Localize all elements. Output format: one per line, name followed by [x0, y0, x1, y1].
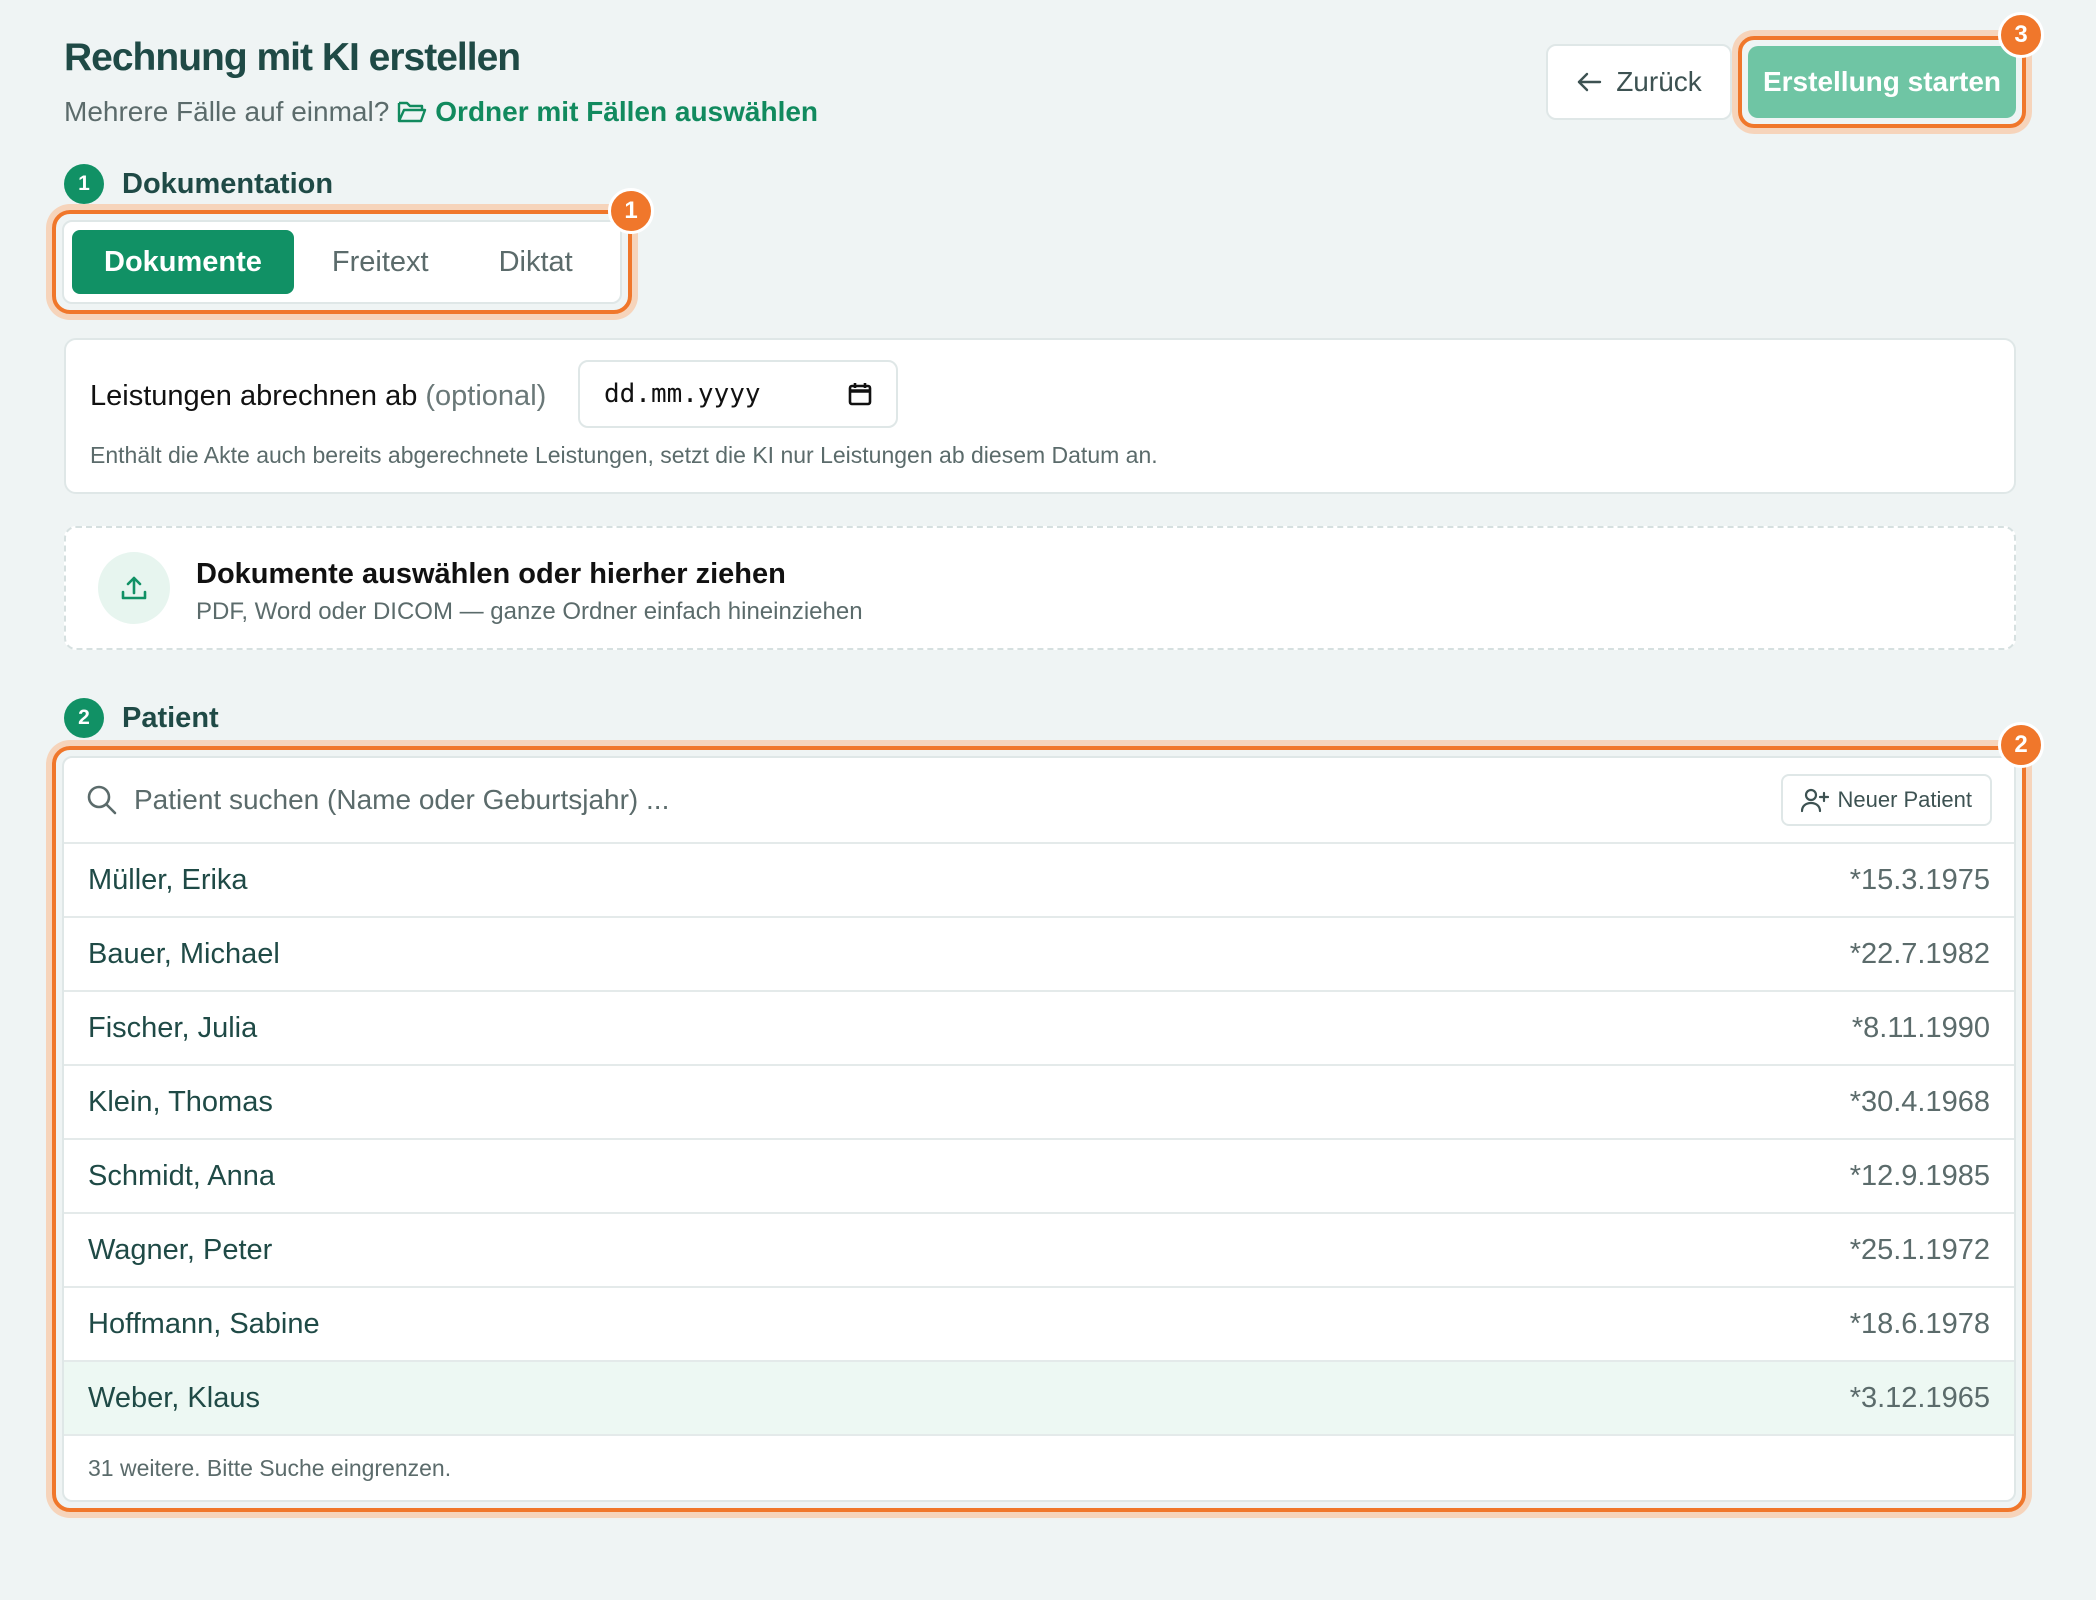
step-number: 1: [64, 164, 104, 204]
section-documentation-heading: 1 Dokumentation: [64, 164, 333, 204]
date-input-value: dd.mm.yyyy: [604, 379, 761, 409]
patient-name: Fischer, Julia: [88, 1011, 258, 1044]
billing-date-card: Leistungen abrechnen ab (optional) dd.mm…: [64, 338, 2016, 494]
patient-row[interactable]: Bauer, Michael *22.7.1982: [64, 918, 2014, 992]
step-number: 2: [64, 698, 104, 738]
patient-row[interactable]: Weber, Klaus *3.12.1965: [64, 1362, 2014, 1436]
tab-freitext[interactable]: Freitext: [300, 230, 461, 294]
patient-birthdate: *18.6.1978: [1849, 1307, 1990, 1340]
patient-list: Müller, Erika *15.3.1975 Bauer, Michael *22…: [64, 844, 2014, 1436]
patient-birthdate: *3.12.1965: [1849, 1381, 1990, 1414]
billing-date-label-text: Leistungen abrechnen ab: [90, 380, 418, 412]
arrow-left-icon: [1578, 72, 1602, 92]
billing-date-hint: Enthält die Akte auch bereits abgerechne…: [90, 442, 1158, 468]
highlight-badge-patient: 2: [1998, 722, 2044, 768]
calendar-icon[interactable]: [848, 382, 872, 406]
section-title: Dokumentation: [122, 167, 334, 200]
patient-birthdate: *30.4.1968: [1849, 1085, 1990, 1118]
patient-name: Wagner, Peter: [88, 1233, 273, 1266]
patient-name: Klein, Thomas: [88, 1085, 273, 1118]
patient-panel: Neuer Patient Müller, Erika *15.3.1975 Bau…: [62, 756, 2016, 1502]
new-patient-label: Neuer Patient: [1837, 787, 1972, 812]
page: Rechnung mit KI erstellen Mehrere Fälle …: [0, 0, 2096, 1600]
patient-search-input[interactable]: [134, 784, 1782, 816]
folder-select-link[interactable]: Ordner mit Fällen auswählen: [397, 96, 818, 128]
folder-select-label: Ordner mit Fällen auswählen: [435, 96, 819, 127]
tab-dokumente[interactable]: Dokumente: [72, 230, 294, 294]
patient-row[interactable]: Wagner, Peter *25.1.1972: [64, 1214, 2014, 1288]
patient-row[interactable]: Klein, Thomas *30.4.1968: [64, 1066, 2014, 1140]
subtitle: Mehrere Fälle auf einmal? Ordner mit Fäl…: [64, 96, 818, 128]
back-button[interactable]: Zurück: [1546, 44, 1732, 120]
patient-row[interactable]: Hoffmann, Sabine *18.6.1978: [64, 1288, 2014, 1362]
patient-name: Bauer, Michael: [88, 937, 280, 970]
subtitle-text: Mehrere Fälle auf einmal?: [64, 96, 390, 127]
patient-name: Schmidt, Anna: [88, 1159, 275, 1192]
patient-row[interactable]: Schmidt, Anna *12.9.1985: [64, 1140, 2014, 1214]
billing-date-input[interactable]: dd.mm.yyyy: [578, 360, 898, 428]
highlight-badge-tabs: 1: [608, 188, 654, 234]
new-patient-button[interactable]: Neuer Patient: [1781, 774, 1992, 826]
highlight-badge-start: 3: [1998, 12, 2044, 58]
tab-diktat[interactable]: Diktat: [467, 230, 605, 294]
back-button-label: Zurück: [1616, 66, 1702, 97]
patient-birthdate: *8.11.1990: [1851, 1011, 1990, 1044]
section-patient-heading: 2 Patient: [64, 698, 219, 738]
search-icon: [87, 785, 117, 815]
patient-name: Müller, Erika: [88, 863, 248, 896]
patient-birthdate: *22.7.1982: [1849, 937, 1990, 970]
billing-date-label: Leistungen abrechnen ab (optional): [90, 380, 546, 413]
section-title: Patient: [122, 701, 219, 734]
more-results-text: 31 weitere. Bitte Suche eingrenzen.: [88, 1454, 452, 1481]
patient-row[interactable]: Fischer, Julia *8.11.1990: [64, 992, 2014, 1066]
page-title: Rechnung mit KI erstellen: [64, 36, 521, 79]
patient-panel-highlight: Neuer Patient Müller, Erika *15.3.1975 Bau…: [52, 746, 2026, 1512]
patient-row[interactable]: Müller, Erika *15.3.1975: [64, 844, 2014, 918]
user-plus-icon: [1801, 788, 1830, 813]
patient-name: Hoffmann, Sabine: [88, 1307, 320, 1340]
patient-birthdate: *25.1.1972: [1849, 1233, 1990, 1266]
documentation-tabs: Dokumente Freitext Diktat: [62, 220, 622, 304]
start-button-highlight: Erstellung starten: [1738, 36, 2026, 128]
patient-name: Weber, Klaus: [88, 1381, 260, 1414]
optional-label: (optional): [425, 380, 547, 412]
patient-birthdate: *15.3.1975: [1849, 863, 1990, 896]
upload-title: Dokumente auswählen oder hierher ziehen: [196, 558, 786, 590]
folder-open-icon: [398, 101, 427, 123]
document-upload-dropzone[interactable]: Dokumente auswählen oder hierher ziehen …: [64, 526, 2016, 650]
upload-subtitle: PDF, Word oder DICOM — ganze Ordner einf…: [196, 598, 863, 625]
patient-birthdate: *12.9.1985: [1849, 1159, 1990, 1192]
patient-search-row: Neuer Patient: [64, 758, 2014, 844]
upload-icon: [98, 552, 170, 624]
tabs-highlight: Dokumente Freitext Diktat: [52, 210, 632, 314]
start-button[interactable]: Erstellung starten: [1748, 46, 2016, 118]
